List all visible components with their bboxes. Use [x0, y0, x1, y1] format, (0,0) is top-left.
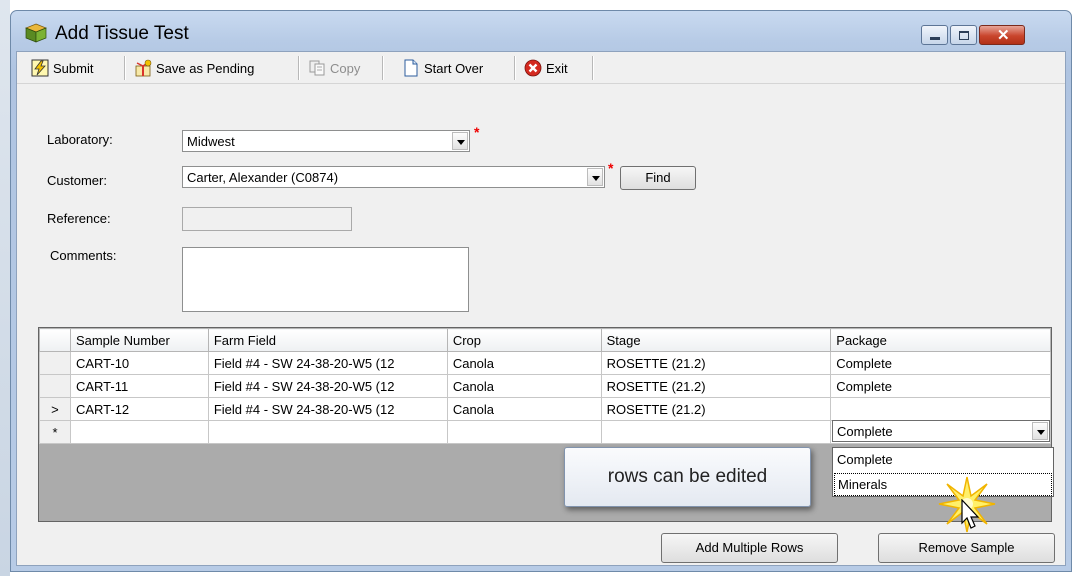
- chevron-down-icon[interactable]: [587, 168, 603, 186]
- maximize-icon: [959, 31, 969, 40]
- toolbar: Submit Save as Pending Copy Start Over E…: [17, 52, 1065, 84]
- farm-field-cell[interactable]: Field #4 - SW 24-38-20-W5 (12: [207, 397, 448, 421]
- sample-number-cell[interactable]: CART-10: [69, 351, 209, 375]
- table-row[interactable]: CART-11 Field #4 - SW 24-38-20-W5 (12 Ca…: [39, 374, 1051, 398]
- exit-button[interactable]: Exit: [520, 55, 572, 81]
- grid-header-row: Sample Number Farm Field Crop Stage Pack…: [39, 328, 1051, 352]
- toolbar-separator: [514, 56, 515, 80]
- required-marker: *: [608, 160, 614, 176]
- table-row[interactable]: CART-10 Field #4 - SW 24-38-20-W5 (12 Ca…: [39, 351, 1051, 375]
- column-header-package[interactable]: Package: [830, 328, 1051, 352]
- package-edit-value: Complete: [837, 424, 893, 439]
- callout-text: rows can be edited: [607, 466, 768, 487]
- add-tissue-test-window: Add Tissue Test ✕ Submit Save as Pending…: [10, 10, 1072, 572]
- minimize-button[interactable]: [921, 25, 948, 45]
- copy-icon: [308, 59, 326, 77]
- empty-cell[interactable]: [446, 420, 602, 444]
- customer-label: Customer:: [47, 173, 107, 188]
- exit-label: Exit: [546, 60, 568, 76]
- crop-cell[interactable]: Canola: [446, 374, 602, 398]
- farm-field-cell[interactable]: Field #4 - SW 24-38-20-W5 (12: [207, 374, 448, 398]
- laboratory-select[interactable]: Midwest: [182, 130, 470, 152]
- close-icon: ✕: [997, 27, 1010, 44]
- desktop-background: [0, 0, 10, 576]
- window-client-area: Submit Save as Pending Copy Start Over E…: [16, 51, 1066, 566]
- laboratory-value: Midwest: [187, 134, 235, 149]
- empty-cell[interactable]: [207, 420, 448, 444]
- remove-sample-button[interactable]: Remove Sample: [878, 533, 1055, 563]
- stage-cell[interactable]: ROSETTE (21.2): [600, 374, 832, 398]
- row-header-corner[interactable]: [39, 328, 71, 352]
- minimize-icon: [930, 37, 940, 40]
- package-cell[interactable]: Complete: [830, 351, 1051, 375]
- exit-x-icon: [524, 59, 542, 77]
- column-header-stage[interactable]: Stage: [600, 328, 832, 352]
- farm-field-cell[interactable]: Field #4 - SW 24-38-20-W5 (12: [207, 351, 448, 375]
- stage-cell[interactable]: ROSETTE (21.2): [600, 351, 832, 375]
- stage-cell[interactable]: ROSETTE (21.2): [600, 397, 832, 421]
- save-as-pending-button[interactable]: Save as Pending: [130, 55, 258, 81]
- column-header-farm-field[interactable]: Farm Field: [207, 328, 448, 352]
- laboratory-label: Laboratory:: [47, 132, 113, 147]
- toolbar-separator: [298, 56, 299, 80]
- toolbar-separator: [124, 56, 125, 80]
- save-as-pending-label: Save as Pending: [156, 60, 255, 76]
- chevron-down-icon[interactable]: [1032, 422, 1048, 440]
- package-option-complete[interactable]: Complete: [834, 449, 1052, 472]
- copy-label: Copy: [330, 60, 361, 76]
- title-bar[interactable]: Add Tissue Test ✕: [11, 11, 1071, 51]
- package-cell[interactable]: Complete: [830, 374, 1051, 398]
- crop-cell[interactable]: Canola: [446, 351, 602, 375]
- new-document-icon: [402, 59, 420, 77]
- row-header[interactable]: [39, 374, 71, 398]
- submit-button[interactable]: Submit: [27, 55, 97, 81]
- app-cube-icon: [25, 23, 47, 43]
- start-over-label: Start Over: [424, 60, 484, 76]
- mouse-pointer-icon: [961, 499, 980, 529]
- package-cell-editing[interactable]: [830, 397, 1051, 421]
- farm-field-text: Field #4 - SW 24-38-20-W5 (12: [213, 355, 395, 371]
- toolbar-separator: [592, 56, 593, 80]
- sample-number-cell[interactable]: CART-12: [69, 397, 209, 421]
- find-button[interactable]: Find: [620, 166, 696, 190]
- copy-button[interactable]: Copy: [304, 55, 364, 81]
- start-over-button[interactable]: Start Over: [398, 55, 487, 81]
- submit-label: Submit: [53, 60, 94, 76]
- reference-field[interactable]: [182, 207, 352, 231]
- chevron-down-icon[interactable]: [452, 132, 468, 150]
- lightning-icon: [31, 59, 49, 77]
- row-header[interactable]: [39, 351, 71, 375]
- comments-label: Comments:: [50, 248, 117, 263]
- gift-save-icon: [134, 59, 152, 77]
- row-header-current[interactable]: >: [39, 397, 71, 421]
- toolbar-separator: [382, 56, 383, 80]
- package-edit-select[interactable]: Complete: [832, 420, 1050, 442]
- customer-select[interactable]: Carter, Alexander (C0874): [182, 166, 605, 188]
- window-title: Add Tissue Test: [55, 23, 189, 44]
- reference-label: Reference:: [47, 211, 111, 226]
- column-header-sample-number[interactable]: Sample Number: [69, 328, 209, 352]
- row-header-new[interactable]: *: [39, 420, 71, 444]
- farm-field-text: Field #4 - SW 24-38-20-W5 (12: [213, 378, 395, 394]
- column-header-crop[interactable]: Crop: [446, 328, 602, 352]
- required-marker: *: [474, 124, 480, 140]
- customer-value: Carter, Alexander (C0874): [187, 170, 339, 185]
- crop-cell[interactable]: Canola: [446, 397, 602, 421]
- close-button[interactable]: ✕: [979, 25, 1025, 45]
- maximize-button[interactable]: [950, 25, 977, 45]
- comments-textarea[interactable]: [182, 247, 469, 312]
- add-multiple-rows-button[interactable]: Add Multiple Rows: [661, 533, 838, 563]
- empty-cell[interactable]: [69, 420, 209, 444]
- table-row[interactable]: > CART-12 Field #4 - SW 24-38-20-W5 (12 …: [39, 397, 1051, 421]
- callout-tooltip: rows can be edited: [564, 447, 811, 507]
- sample-number-cell[interactable]: CART-11: [69, 374, 209, 398]
- farm-field-text: Field #4 - SW 24-38-20-W5 (12: [213, 401, 395, 417]
- empty-cell[interactable]: [600, 420, 832, 444]
